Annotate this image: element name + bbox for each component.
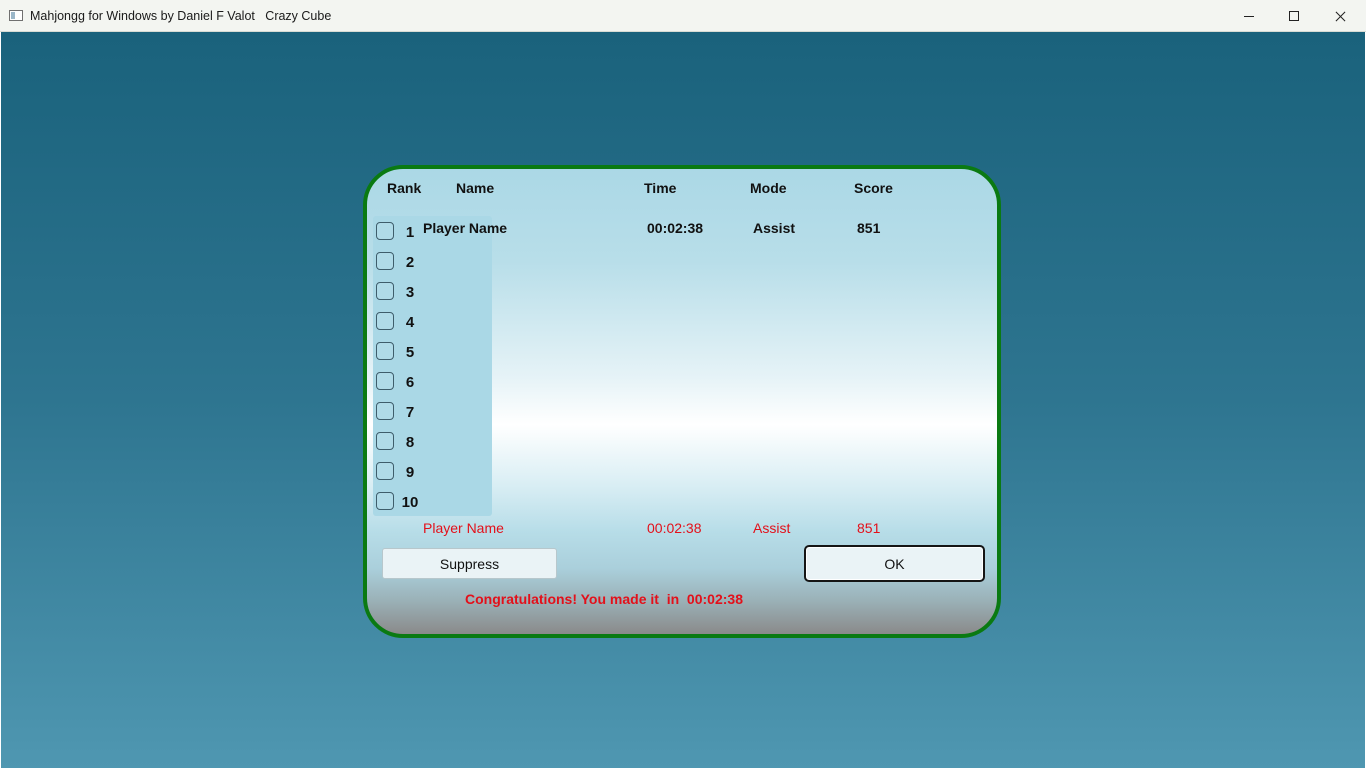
- rank-checkbox[interactable]: [376, 432, 394, 450]
- entry-mode: Assist: [753, 220, 796, 236]
- rank-row: 10: [373, 486, 492, 516]
- rank-number: 3: [405, 284, 415, 301]
- rank-row: 6: [373, 366, 492, 396]
- header-name: Name: [456, 180, 495, 196]
- rank-row: 3: [373, 276, 492, 306]
- rank-checkbox[interactable]: [376, 282, 394, 300]
- rank-checkbox[interactable]: [376, 402, 394, 420]
- rank-number: 2: [405, 254, 415, 271]
- rank-checkbox[interactable]: [376, 252, 394, 270]
- maximize-button[interactable]: [1271, 0, 1317, 32]
- rank-row: 5: [373, 336, 492, 366]
- rank-number: 10: [401, 494, 419, 511]
- header-mode: Mode: [750, 180, 787, 196]
- rank-row: 8: [373, 426, 492, 456]
- rank-number: 9: [405, 464, 415, 481]
- app-icon: [9, 10, 23, 21]
- rank-row: 7: [373, 396, 492, 426]
- rank-checkbox[interactable]: [376, 492, 394, 510]
- rank-number: 5: [405, 344, 415, 361]
- rank-number: 4: [405, 314, 415, 331]
- header-rank: Rank: [387, 180, 422, 196]
- header-score: Score: [854, 180, 893, 196]
- rank-row: 9: [373, 456, 492, 486]
- rank-checkbox[interactable]: [376, 342, 394, 360]
- title-bar: Mahjongg for Windows by Daniel F Valot C…: [0, 0, 1366, 32]
- rank-number: 6: [405, 374, 415, 391]
- rank-row: 2: [373, 246, 492, 276]
- window-title: Mahjongg for Windows by Daniel F Valot C…: [30, 9, 332, 23]
- entry-time: 00:02:38: [647, 220, 704, 236]
- entry-score: 851: [857, 220, 881, 236]
- rank-number: 8: [405, 434, 415, 451]
- suppress-button[interactable]: Suppress: [382, 548, 557, 579]
- rank-checkbox[interactable]: [376, 372, 394, 390]
- entry-name: Player Name: [423, 220, 508, 236]
- rank-number: 7: [405, 404, 415, 421]
- rank-number: 1: [405, 224, 415, 241]
- current-mode: Assist: [753, 520, 791, 536]
- rank-list: 1 2 3 4 5 6 7 8 9 10: [373, 216, 492, 516]
- minimize-button[interactable]: [1226, 0, 1272, 32]
- congratulations-message: Congratulations! You made it in 00:02:38: [465, 591, 743, 607]
- current-name: Player Name: [423, 520, 504, 536]
- current-time: 00:02:38: [647, 520, 702, 536]
- rank-checkbox[interactable]: [376, 312, 394, 330]
- high-score-dialog: Rank Name Time Mode Score 1 2 3 4 5 6 7 …: [363, 165, 1001, 638]
- close-button[interactable]: [1317, 0, 1363, 32]
- ok-button[interactable]: OK: [804, 545, 985, 582]
- current-score: 851: [857, 520, 881, 536]
- rank-checkbox[interactable]: [376, 462, 394, 480]
- rank-checkbox[interactable]: [376, 222, 394, 240]
- header-time: Time: [644, 180, 677, 196]
- rank-row: 4: [373, 306, 492, 336]
